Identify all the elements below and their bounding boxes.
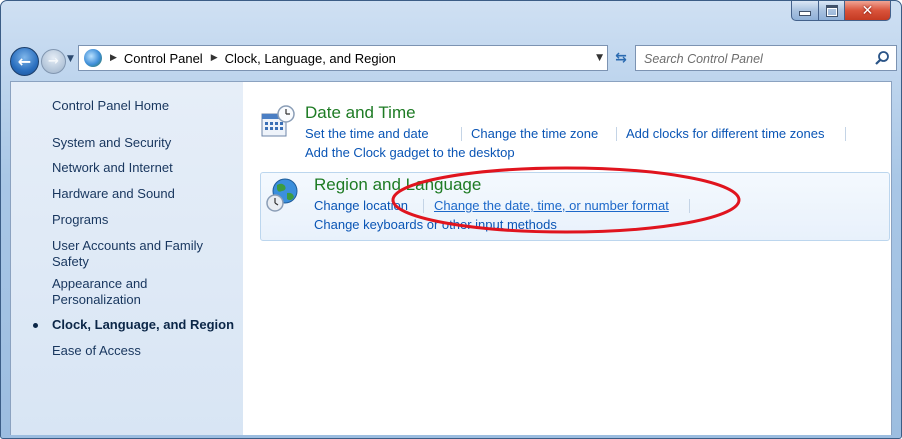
section-region-language: Region and Language Change location Chan… (260, 172, 890, 241)
breadcrumb-separator-icon[interactable]: ▶ (110, 53, 117, 63)
sidebar-item-hardware-sound[interactable]: Hardware and Sound (52, 186, 175, 202)
title-bar: ✕ (1, 1, 901, 37)
sidebar-item-system-security[interactable]: System and Security (52, 135, 171, 151)
globe-clock-icon (266, 178, 298, 212)
minimize-icon (799, 11, 811, 16)
explorer-window: ✕ ← → ▼ ▶ Control Panel ▶ Clock, Languag… (0, 0, 902, 439)
main-pane: Control Panel Home System and Security N… (10, 81, 892, 435)
content-area: Date and Time Set the time and date Chan… (243, 82, 891, 435)
back-arrow-icon: ← (17, 51, 32, 71)
link-change-location[interactable]: Change location (314, 198, 408, 213)
link-divider (423, 199, 424, 213)
section-title-date-time[interactable]: Date and Time (305, 103, 416, 123)
link-change-time-zone[interactable]: Change the time zone (471, 126, 598, 141)
active-bullet-icon (33, 323, 38, 328)
control-panel-icon (84, 49, 102, 67)
caption-buttons: ✕ (791, 1, 891, 23)
calendar-clock-icon (261, 105, 295, 137)
sidebar: Control Panel Home System and Security N… (11, 82, 243, 435)
link-add-clocks[interactable]: Add clocks for different time zones (626, 126, 824, 141)
close-icon: ✕ (861, 2, 874, 19)
sidebar-item-ease-of-access[interactable]: Ease of Access (52, 343, 141, 359)
sidebar-item-control-panel-home[interactable]: Control Panel Home (52, 98, 169, 114)
forward-button[interactable]: → (41, 49, 66, 74)
sidebar-item-network-internet[interactable]: Network and Internet (52, 160, 173, 176)
address-bar[interactable]: ▶ Control Panel ▶ Clock, Language, and R… (78, 45, 608, 71)
minimize-button[interactable] (791, 1, 819, 21)
sidebar-item-programs[interactable]: Programs (52, 212, 108, 228)
refresh-button[interactable]: ⇆ (610, 46, 632, 70)
search-input[interactable] (642, 49, 866, 69)
back-button[interactable]: ← (10, 47, 39, 76)
sidebar-item-user-accounts[interactable]: User Accounts and Family Safety (52, 238, 222, 270)
sidebar-item-clock-language-region[interactable]: Clock, Language, and Region (52, 317, 234, 333)
search-box[interactable] (635, 45, 897, 71)
breadcrumb-control-panel[interactable]: Control Panel (124, 51, 203, 66)
refresh-icon: ⇆ (615, 50, 627, 66)
sidebar-item-appearance[interactable]: Appearance and Personalization (52, 276, 182, 308)
link-set-time-date[interactable]: Set the time and date (305, 126, 429, 141)
navigation-bar: ← → ▼ ▶ Control Panel ▶ Clock, Language,… (1, 37, 901, 77)
link-change-keyboards[interactable]: Change keyboards or other input methods (314, 217, 557, 232)
link-divider (616, 127, 617, 141)
history-dropdown-icon[interactable]: ▼ (67, 54, 74, 64)
link-divider (461, 127, 462, 141)
maximize-icon (825, 4, 838, 17)
address-dropdown-icon[interactable]: ▼ (596, 53, 603, 63)
maximize-button[interactable] (819, 1, 845, 21)
section-date-time: Date and Time Set the time and date Chan… (260, 100, 890, 162)
link-divider (845, 127, 846, 141)
breadcrumb-clock-language-region[interactable]: Clock, Language, and Region (225, 51, 396, 66)
link-change-date-time-number-format[interactable]: Change the date, time, or number format (434, 198, 669, 213)
link-divider (689, 199, 690, 213)
close-button[interactable]: ✕ (845, 1, 891, 21)
search-icon[interactable] (874, 50, 890, 66)
section-title-region-language[interactable]: Region and Language (314, 175, 481, 195)
breadcrumb-separator-icon[interactable]: ▶ (211, 53, 218, 63)
link-add-clock-gadget[interactable]: Add the Clock gadget to the desktop (305, 145, 515, 160)
forward-arrow-icon: → (48, 54, 59, 69)
